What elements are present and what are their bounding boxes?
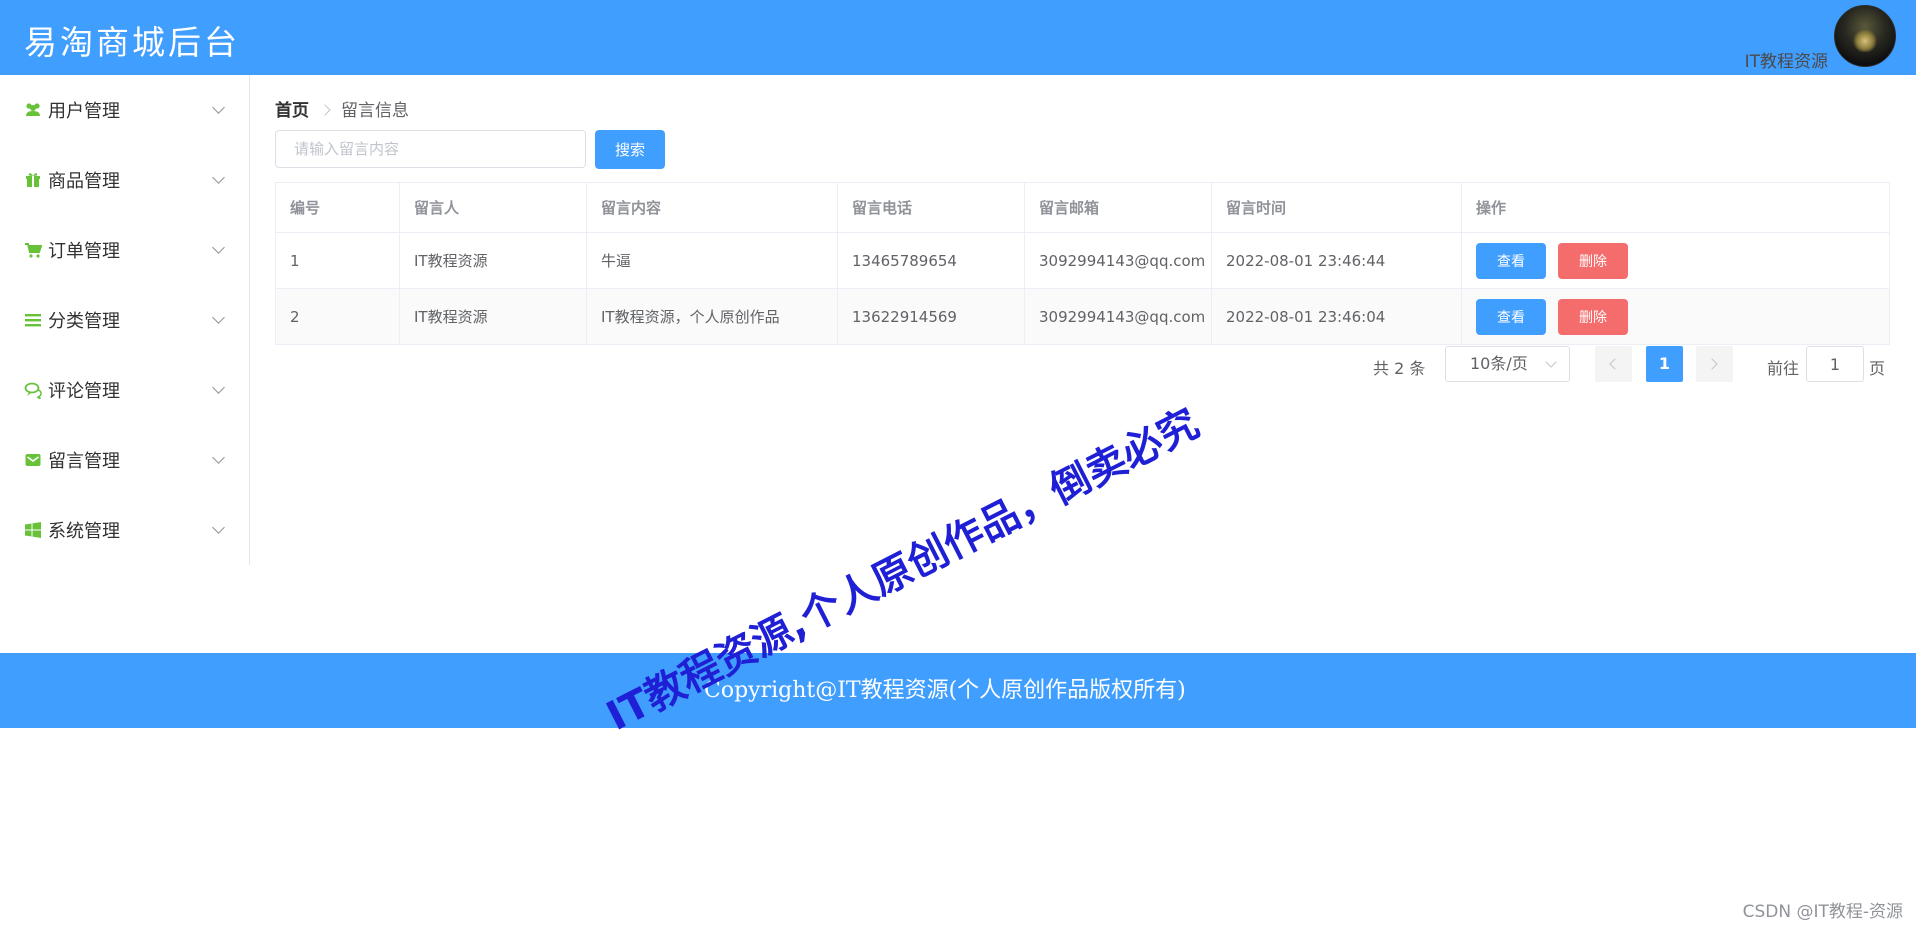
sidebar-item-label: 订单管理 — [48, 241, 120, 262]
csdn-watermark: CSDN @IT教程-资源 — [1742, 902, 1903, 922]
gift-icon — [26, 173, 40, 187]
cell-actions: 查看 删除 — [1462, 289, 1889, 344]
goto-label: 前往 — [1767, 359, 1800, 378]
cell-actions: 查看 删除 — [1462, 233, 1889, 288]
chevron-down-icon — [212, 381, 225, 394]
sidebar-item-messages[interactable]: 留言管理 — [0, 425, 249, 495]
delete-button[interactable]: 删除 — [1558, 242, 1628, 279]
avatar[interactable] — [1834, 5, 1896, 67]
windows-icon — [25, 522, 41, 538]
sidebar-item-label: 留言管理 — [48, 451, 120, 472]
column-header: 留言邮箱 — [1025, 183, 1212, 232]
search-button[interactable]: 搜索 — [595, 130, 665, 169]
cell-time: 2022-08-01 23:46:04 — [1212, 289, 1462, 344]
column-header: 留言人 — [400, 183, 587, 232]
sidebar-item-products[interactable]: 商品管理 — [0, 145, 249, 215]
sidebar-item-users[interactable]: 用户管理 — [0, 75, 249, 145]
cell-time: 2022-08-01 23:46:44 — [1212, 233, 1462, 288]
brand-title: 易淘商城后台 — [24, 23, 240, 62]
top-header: 易淘商城后台 IT教程资源 — [0, 0, 1916, 75]
page-number-button[interactable]: 1 — [1646, 346, 1683, 382]
comments-icon — [24, 382, 42, 399]
sidebar-item-label: 商品管理 — [48, 171, 120, 192]
envelope-icon — [25, 454, 41, 466]
sidebar-item-comments[interactable]: 评论管理 — [0, 355, 249, 425]
view-button[interactable]: 查看 — [1476, 298, 1546, 335]
cell-email: 3092994143@qq.com — [1025, 233, 1212, 288]
user-name[interactable]: IT教程资源 — [1745, 47, 1828, 72]
cart-icon — [25, 243, 42, 258]
list-icon — [25, 314, 41, 327]
column-header: 留言时间 — [1212, 183, 1462, 232]
chevron-down-icon — [212, 171, 225, 184]
footer: Copyright@IT教程资源(个人原创作品版权所有) — [0, 653, 1916, 728]
chevron-down-icon — [212, 101, 225, 114]
cell-email: 3092994143@qq.com — [1025, 289, 1212, 344]
chevron-down-icon — [212, 451, 225, 464]
sidebar-item-label: 分类管理 — [48, 311, 120, 332]
sidebar-item-label: 评论管理 — [48, 381, 120, 402]
delete-button[interactable]: 删除 — [1558, 298, 1628, 335]
messages-table: 编号 留言人 留言内容 留言电话 留言邮箱 留言时间 操作 1 IT教程资源 牛… — [275, 182, 1890, 345]
cell-content: IT教程资源，个人原创作品 — [587, 289, 838, 344]
cell-content: 牛逼 — [587, 233, 838, 288]
column-header: 留言内容 — [587, 183, 838, 232]
users-icon — [26, 103, 40, 116]
pagination-total: 共 2 条 — [1373, 359, 1426, 378]
cell-id: 1 — [276, 233, 400, 288]
cell-phone: 13465789654 — [838, 233, 1025, 288]
page-size-select[interactable]: 10条/页 — [1445, 346, 1570, 382]
sidebar-item-system[interactable]: 系统管理 — [0, 495, 249, 565]
table-header-row: 编号 留言人 留言内容 留言电话 留言邮箱 留言时间 操作 — [276, 183, 1889, 233]
column-header: 留言电话 — [838, 183, 1025, 232]
column-header: 操作 — [1476, 199, 1507, 217]
sidebar: 用户管理 商品管理 订单管理 分类管理 评论管理 留言管理 系统管理 — [0, 75, 250, 565]
column-header: 编号 — [276, 183, 400, 232]
sidebar-item-categories[interactable]: 分类管理 — [0, 285, 249, 355]
chevron-down-icon — [212, 521, 225, 534]
chevron-down-icon — [212, 241, 225, 254]
sidebar-item-label: 用户管理 — [48, 101, 120, 122]
cell-phone: 13622914569 — [838, 289, 1025, 344]
chevron-right-icon — [319, 104, 331, 116]
next-page-button[interactable] — [1696, 346, 1733, 382]
page-size-value: 10条/页 — [1470, 354, 1528, 373]
chevron-down-icon — [1545, 356, 1557, 368]
search-input[interactable] — [275, 130, 586, 168]
breadcrumb-home[interactable]: 首页 — [275, 101, 309, 121]
sidebar-item-label: 系统管理 — [48, 521, 120, 542]
cell-id: 2 — [276, 289, 400, 344]
table-row: 2 IT教程资源 IT教程资源，个人原创作品 13622914569 30929… — [276, 289, 1889, 344]
goto-page-input[interactable] — [1806, 346, 1864, 382]
prev-page-button[interactable] — [1595, 346, 1632, 382]
breadcrumb-current: 留言信息 — [341, 101, 409, 121]
breadcrumb: 首页 留言信息 — [275, 96, 409, 121]
sidebar-item-orders[interactable]: 订单管理 — [0, 215, 249, 285]
copyright-text: Copyright@IT教程资源(个人原创作品版权所有) — [704, 678, 1186, 703]
cell-name: IT教程资源 — [400, 289, 587, 344]
cell-name: IT教程资源 — [400, 233, 587, 288]
page-label: 页 — [1869, 359, 1886, 378]
view-button[interactable]: 查看 — [1476, 242, 1546, 279]
chevron-down-icon — [212, 311, 225, 324]
table-row: 1 IT教程资源 牛逼 13465789654 3092994143@qq.co… — [276, 233, 1889, 289]
